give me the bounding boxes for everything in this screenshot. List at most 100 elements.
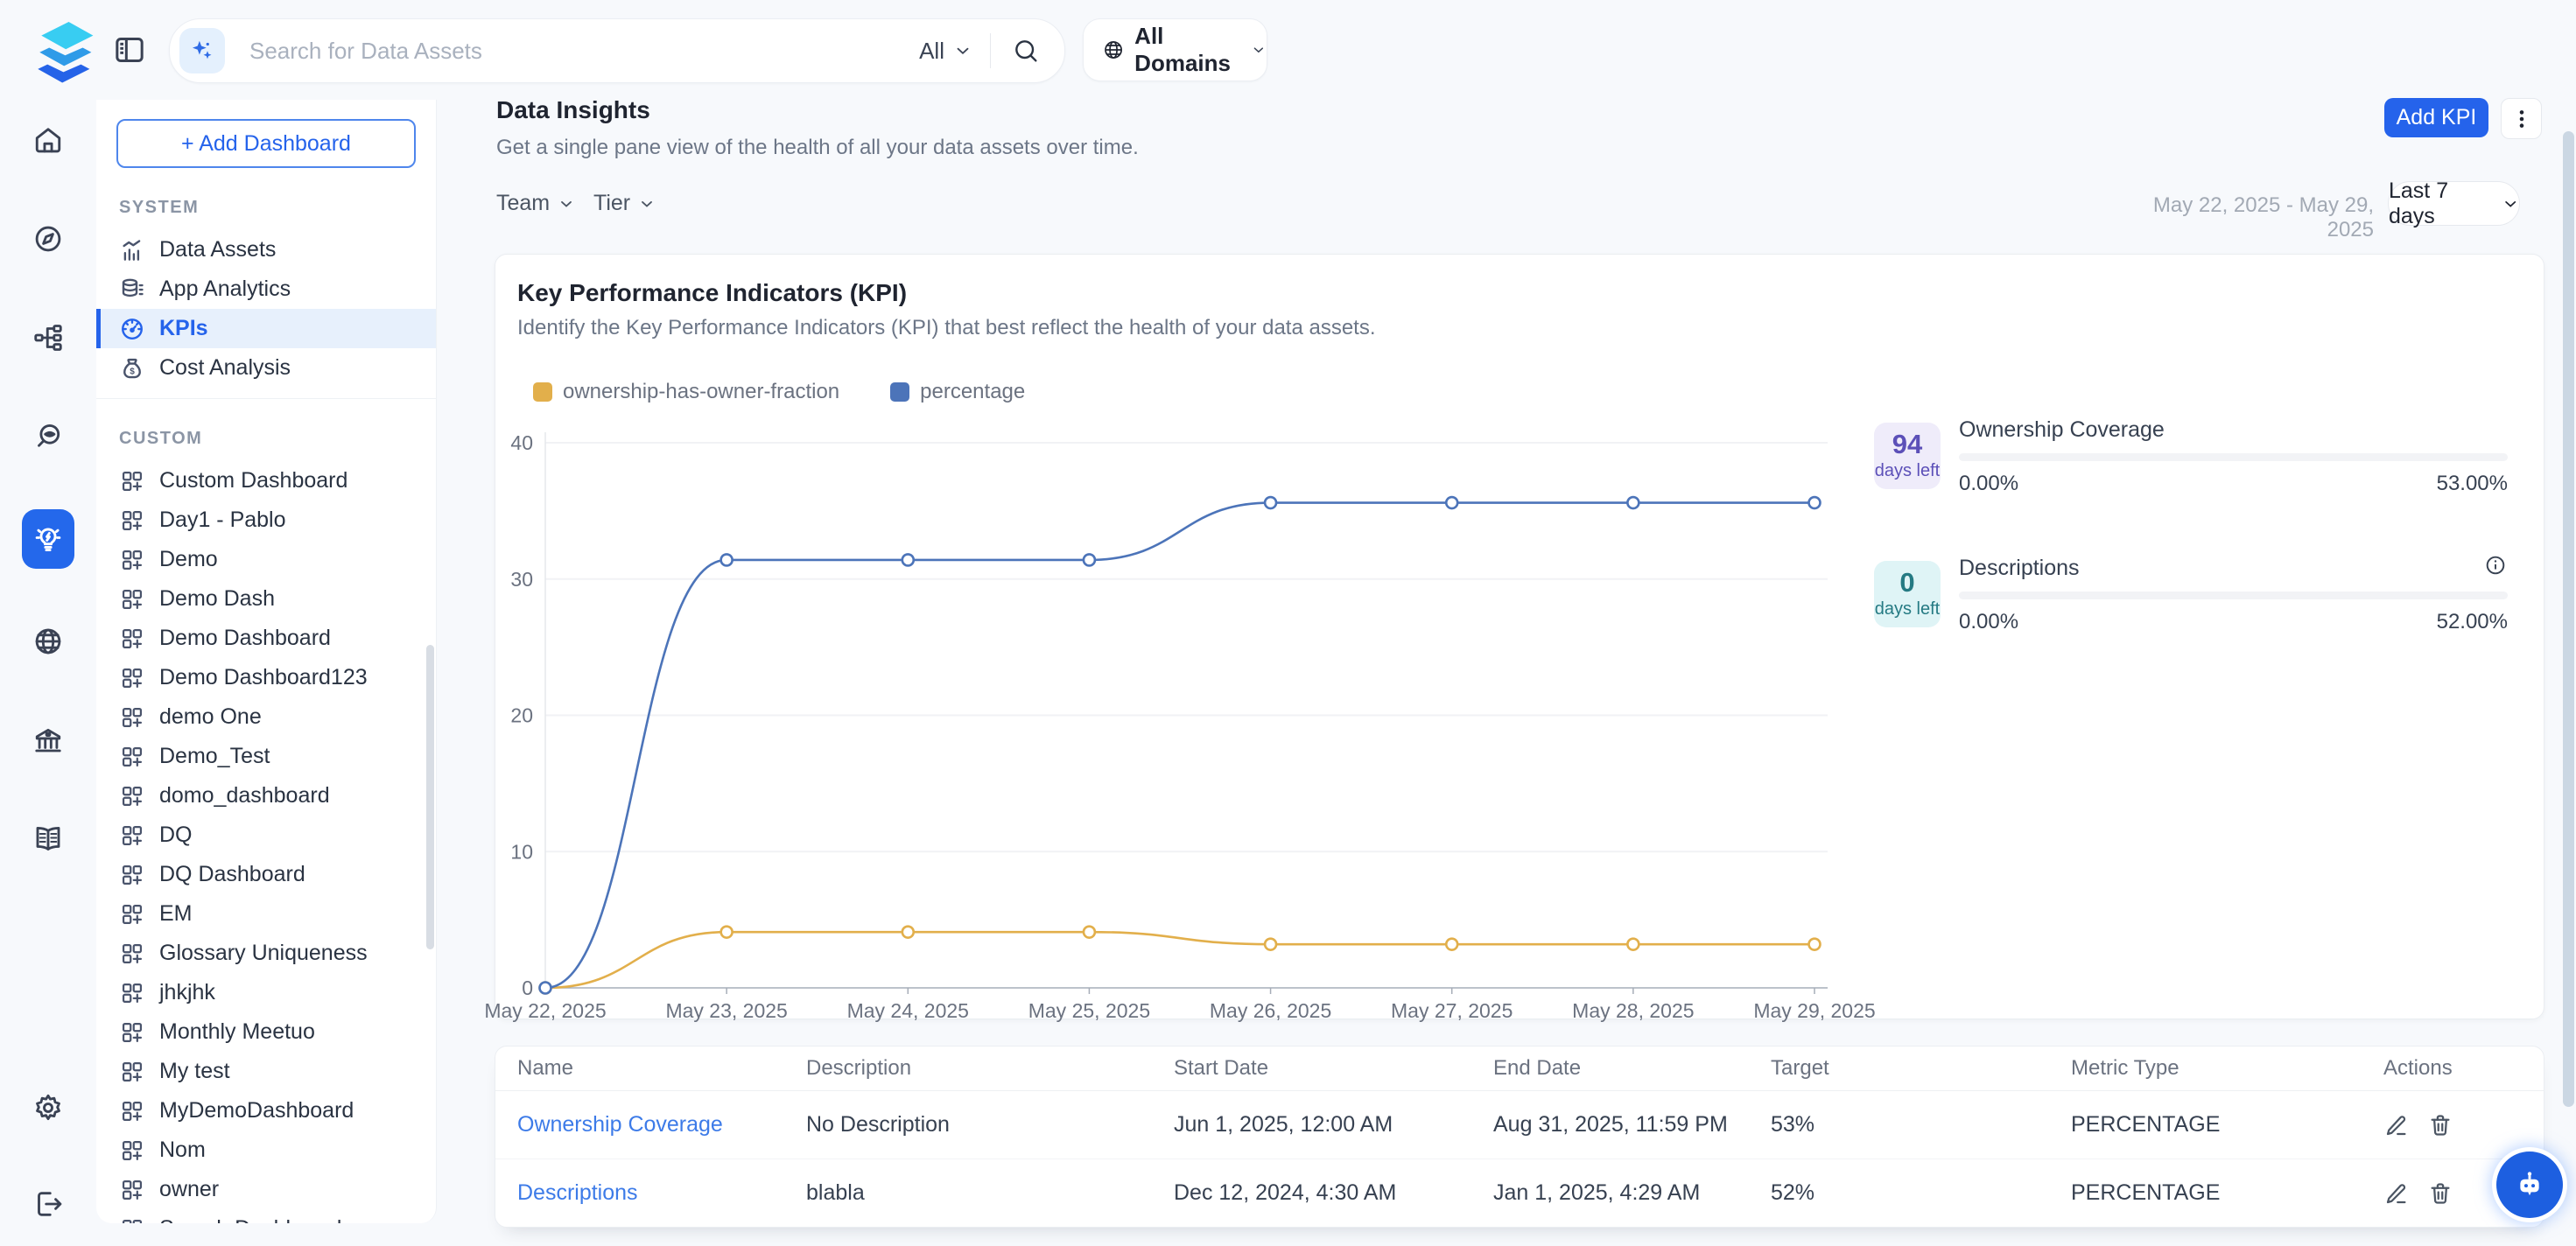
sidebar-item-label: Search Dashboard bbox=[159, 1216, 341, 1223]
page-subtitle: Get a single pane view of the health of … bbox=[496, 136, 1139, 160]
svg-text:$: $ bbox=[130, 367, 135, 376]
sidebar-item[interactable]: DQ bbox=[96, 816, 436, 855]
sidebar-item[interactable]: Day1 - Pablo bbox=[96, 500, 436, 540]
search-icon[interactable] bbox=[1012, 37, 1040, 65]
sidebar-item[interactable]: Custom Dashboard bbox=[96, 461, 436, 500]
dashboard-add-icon bbox=[119, 665, 145, 691]
sidebar-item[interactable]: My test bbox=[96, 1052, 436, 1091]
sidebar-item[interactable]: DQ Dashboard bbox=[96, 855, 436, 894]
sidebar-item-label: DQ Dashboard bbox=[159, 862, 305, 887]
sidebar-item[interactable]: Monthly Meetuo bbox=[96, 1012, 436, 1052]
rail-item[interactable] bbox=[22, 714, 74, 766]
kebab-menu-icon bbox=[2510, 108, 2533, 130]
rail-item[interactable] bbox=[22, 1082, 74, 1134]
chatbot-button[interactable] bbox=[2496, 1152, 2563, 1218]
sidebar-item[interactable]: Demo Dashboard123 bbox=[96, 658, 436, 697]
kpi-name-link[interactable]: Descriptions bbox=[517, 1180, 806, 1206]
kpi-end-date: Jan 1, 2025, 4:29 AM bbox=[1493, 1180, 1771, 1206]
sidebar-item[interactable]: domo_dashboard bbox=[96, 776, 436, 816]
kpi-card-title: Key Performance Indicators (KPI) bbox=[517, 279, 907, 307]
sidebar-item[interactable]: demo One bbox=[96, 697, 436, 737]
team-filter-dropdown[interactable]: Team bbox=[496, 191, 575, 216]
sparkles-icon bbox=[189, 38, 215, 64]
chevron-down-icon bbox=[558, 195, 575, 213]
ai-search-button[interactable] bbox=[179, 28, 225, 74]
dashboard-add-icon bbox=[119, 783, 145, 809]
edit-icon[interactable] bbox=[2383, 1180, 2410, 1207]
sidebar-item[interactable]: EM bbox=[96, 894, 436, 934]
rail-item[interactable] bbox=[22, 615, 74, 668]
sidebar-item[interactable]: Search Dashboard bbox=[96, 1209, 436, 1223]
insights-icon bbox=[32, 523, 64, 555]
legend-item[interactable]: ownership-has-owner-fraction bbox=[533, 380, 839, 404]
info-icon[interactable] bbox=[2484, 554, 2507, 577]
dashboard-add-icon bbox=[119, 586, 145, 612]
sidebar-item-label: Demo Dashboard bbox=[159, 626, 331, 651]
add-kpi-button[interactable]: Add KPI bbox=[2384, 98, 2488, 137]
col-start-date: Start Date bbox=[1174, 1056, 1493, 1081]
main-scrollbar-thumb[interactable] bbox=[2563, 131, 2574, 1107]
kpi-card: Key Performance Indicators (KPI) Identif… bbox=[495, 254, 2544, 1019]
search-divider bbox=[990, 33, 991, 68]
chevron-down-icon bbox=[2502, 194, 2519, 214]
sidebar-scrollbar-thumb[interactable] bbox=[426, 645, 434, 949]
sidebar-item[interactable]: owner bbox=[96, 1170, 436, 1209]
svg-text:10: 10 bbox=[510, 840, 533, 863]
progress-target: 52.00% bbox=[2437, 610, 2508, 634]
progress-current: 0.00% bbox=[1959, 472, 2018, 496]
col-metric-type: Metric Type bbox=[2071, 1056, 2383, 1081]
sidebar-item-label: Day1 - Pablo bbox=[159, 508, 286, 533]
search-input[interactable]: Search for Data Assets bbox=[249, 38, 919, 65]
chevron-down-icon bbox=[1251, 40, 1267, 60]
days-left-value: 94 bbox=[1892, 430, 1922, 458]
dashboard-add-icon bbox=[119, 1098, 145, 1124]
rail-item[interactable] bbox=[22, 1178, 74, 1230]
table-row: Ownership Coverage No Description Jun 1,… bbox=[495, 1091, 2544, 1159]
database-icon bbox=[119, 276, 145, 303]
sidebar-item[interactable]: $ Cost Analysis bbox=[96, 348, 436, 388]
kpi-start-date: Dec 12, 2024, 4:30 AM bbox=[1174, 1180, 1493, 1206]
svg-text:May 27, 2025: May 27, 2025 bbox=[1391, 999, 1513, 1022]
delete-icon[interactable] bbox=[2427, 1112, 2453, 1138]
sidebar-item[interactable]: MyDemoDashboard bbox=[96, 1091, 436, 1130]
summary-title: Descriptions bbox=[1959, 556, 2080, 581]
kpi-target: 52% bbox=[1771, 1180, 2071, 1206]
search-scope-dropdown[interactable]: All bbox=[919, 38, 972, 65]
sidebar-toggle-button[interactable] bbox=[112, 32, 147, 67]
chart-legend: ownership-has-owner-fraction percentage bbox=[533, 380, 1025, 404]
more-options-button[interactable] bbox=[2501, 98, 2542, 139]
dashboard-sidebar: + Add Dashboard SYSTEM Data Assets App A… bbox=[96, 100, 437, 1223]
sidebar-item[interactable]: Glossary Uniqueness bbox=[96, 934, 436, 973]
sidebar-item[interactable]: App Analytics bbox=[96, 270, 436, 309]
sidebar-item[interactable]: KPIs bbox=[96, 309, 436, 348]
rail-item[interactable] bbox=[22, 410, 74, 463]
sidebar-item-label: domo_dashboard bbox=[159, 783, 330, 808]
range-selector-dropdown[interactable]: Last 7 days bbox=[2388, 181, 2520, 226]
tier-filter-dropdown[interactable]: Tier bbox=[593, 191, 656, 216]
legend-item[interactable]: percentage bbox=[890, 380, 1025, 404]
sidebar-item[interactable]: Demo Dash bbox=[96, 579, 436, 619]
sidebar-item[interactable]: Demo_Test bbox=[96, 737, 436, 776]
sidebar-item[interactable]: Data Assets bbox=[96, 230, 436, 270]
search-bar[interactable]: Search for Data Assets All bbox=[169, 18, 1065, 83]
rail-item[interactable] bbox=[22, 813, 74, 865]
sidebar-item[interactable]: jhkjhk bbox=[96, 973, 436, 1012]
rail-item[interactable] bbox=[22, 114, 74, 166]
svg-text:May 26, 2025: May 26, 2025 bbox=[1210, 999, 1331, 1022]
kpi-name-link[interactable]: Ownership Coverage bbox=[517, 1112, 806, 1138]
legend-label: ownership-has-owner-fraction bbox=[563, 380, 839, 404]
rail-item[interactable] bbox=[22, 312, 74, 364]
sidebar-item[interactable]: Demo Dashboard bbox=[96, 619, 436, 658]
sidebar-item[interactable]: Demo bbox=[96, 540, 436, 579]
sidebar-item[interactable]: Nom bbox=[96, 1130, 436, 1170]
domains-dropdown[interactable]: All Domains bbox=[1083, 18, 1267, 81]
delete-icon[interactable] bbox=[2427, 1180, 2453, 1207]
add-dashboard-button[interactable]: + Add Dashboard bbox=[116, 119, 416, 168]
svg-text:40: 40 bbox=[510, 431, 533, 454]
rail-item[interactable] bbox=[22, 213, 74, 265]
gauge-icon bbox=[119, 316, 145, 342]
chevron-down-icon bbox=[953, 41, 972, 60]
edit-icon[interactable] bbox=[2383, 1112, 2410, 1138]
search-scope-label: All bbox=[919, 38, 944, 65]
rail-item[interactable] bbox=[22, 509, 74, 569]
